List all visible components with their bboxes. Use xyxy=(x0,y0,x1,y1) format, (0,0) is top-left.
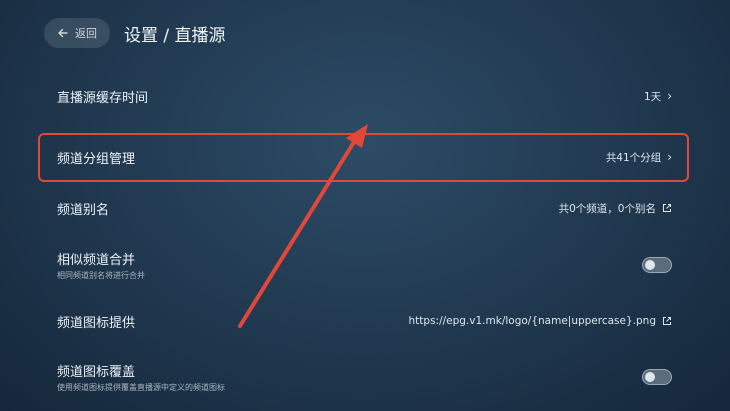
annotation-arrow xyxy=(238,124,368,328)
